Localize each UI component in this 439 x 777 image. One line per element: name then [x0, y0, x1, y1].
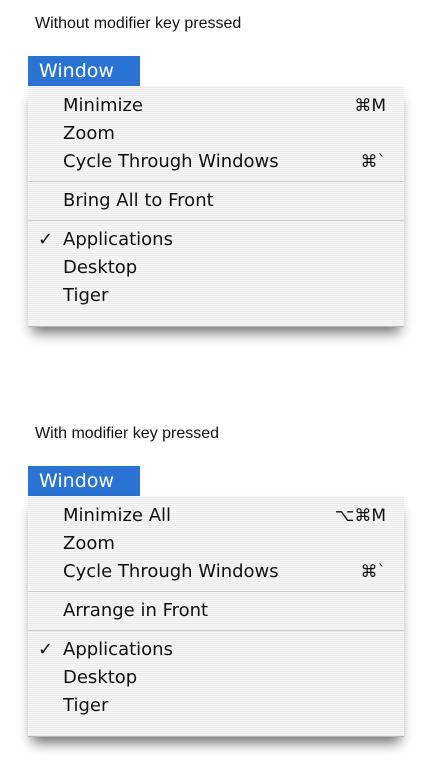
menu-item-label: Cycle Through Windows [63, 561, 279, 582]
menu-item-label: Bring All to Front [63, 190, 214, 211]
menu-item-label: Applications [63, 229, 173, 250]
shortcut-minimize-all: ⌥⌘M [334, 506, 386, 526]
window-menu-dropdown: Minimize ⌘M Zoom Cycle Through Windows ⌘… [28, 86, 404, 327]
menu-item-label: Tiger [63, 695, 109, 716]
menu-item-label: Minimize All [63, 505, 172, 526]
menu-item-label: Zoom [63, 533, 115, 554]
menu-separator [28, 220, 404, 221]
checkmark-icon: ✓ [38, 639, 54, 660]
menu-item-bring-all-to-front[interactable]: Bring All to Front [28, 187, 404, 215]
caption-without-modifier: Without modifier key pressed [35, 15, 242, 32]
window-menu-title[interactable]: Window [28, 56, 140, 86]
menu-item-desktop[interactable]: Desktop [28, 254, 404, 282]
menu-item-arrange-in-front[interactable]: Arrange in Front [28, 597, 404, 625]
menu-item-tiger[interactable]: Tiger [28, 282, 404, 310]
menu-item-minimize[interactable]: Minimize ⌘M [28, 92, 404, 120]
caption-with-modifier: With modifier key pressed [35, 425, 220, 442]
shortcut-cycle-windows: ⌘` [360, 562, 387, 582]
menu-item-label: Arrange in Front [63, 600, 209, 621]
menu-item-applications[interactable]: ✓ Applications [28, 636, 404, 664]
window-menu-dropdown: Minimize All ⌥⌘M Zoom Cycle Through Wind… [28, 496, 404, 737]
menu-item-desktop[interactable]: Desktop [28, 664, 404, 692]
menu-item-minimize-all[interactable]: Minimize All ⌥⌘M [28, 502, 404, 530]
menu-item-label: Cycle Through Windows [63, 151, 279, 172]
menu-item-label: Tiger [63, 285, 109, 306]
menu-item-label: Desktop [63, 257, 138, 278]
menu-separator [28, 591, 404, 592]
menu-item-tiger[interactable]: Tiger [28, 692, 404, 720]
menu-item-label: Applications [63, 639, 173, 660]
menu-item-zoom[interactable]: Zoom [28, 530, 404, 558]
menu-item-label: Zoom [63, 123, 115, 144]
window-menu-title[interactable]: Window [28, 466, 140, 496]
shortcut-minimize: ⌘M [354, 96, 386, 116]
menu-item-applications[interactable]: ✓ Applications [28, 226, 404, 254]
menu-item-label: Minimize [63, 95, 143, 116]
menu-item-cycle-through-windows[interactable]: Cycle Through Windows ⌘` [28, 148, 404, 176]
menu-item-zoom[interactable]: Zoom [28, 120, 404, 148]
menu-separator [28, 630, 404, 631]
menu-separator [28, 181, 404, 182]
shortcut-cycle-windows: ⌘` [360, 152, 387, 172]
checkmark-icon: ✓ [38, 229, 54, 250]
menu-item-cycle-through-windows[interactable]: Cycle Through Windows ⌘` [28, 558, 404, 586]
menu-item-label: Desktop [63, 667, 138, 688]
